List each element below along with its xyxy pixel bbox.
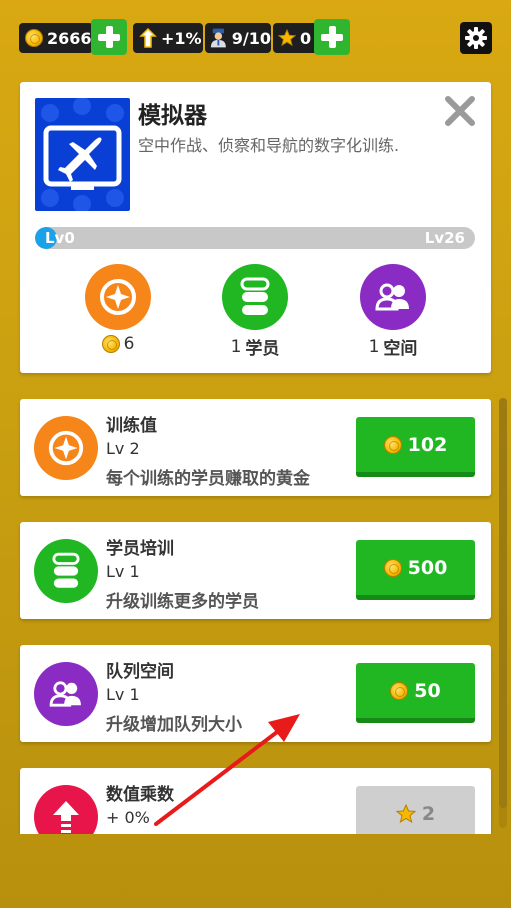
upgrade-item-training-value: 训练值 Lv 2 每个训练的学员赚取的黄金 102: [20, 399, 491, 496]
stat-students-value: 1: [230, 336, 242, 357]
stat-students-label: 学员: [245, 339, 280, 359]
stat-space-label: 空间: [383, 339, 418, 359]
coin-icon: [390, 681, 409, 700]
boost-arrow-icon: [139, 28, 157, 48]
level-progress-bar: Lv0 Lv26: [35, 227, 475, 249]
coin-count: 2666: [47, 28, 92, 48]
close-icon: [445, 96, 475, 126]
stack-icon: [222, 264, 288, 330]
gear-icon: [465, 27, 487, 49]
upgrade-price: 50: [414, 679, 441, 702]
facility-info-card: 模拟器 空中作战、侦察和导航的数字化训练. Lv0 Lv26 6 1 学员 1 …: [20, 82, 491, 373]
coin-icon: [383, 435, 402, 454]
stat-earnings: 6: [63, 264, 173, 354]
upgrade-price: 500: [407, 556, 448, 579]
close-button[interactable]: [443, 94, 477, 128]
upgrade-item-student-training: 学员培训 Lv 1 升级训练更多的学员 500: [20, 522, 491, 619]
upgrade-title: 数值乘数: [106, 785, 174, 805]
compass-icon: [85, 264, 151, 330]
upgrade-description: 升级增加队列大小: [106, 715, 242, 735]
boost-value: +1%: [161, 28, 202, 48]
facility-description: 空中作战、侦察和导航的数字化训练.: [138, 136, 400, 155]
stat-space: 1 空间: [338, 264, 448, 359]
buy-upgrade-button[interactable]: 2: [356, 786, 475, 834]
top-bar: 2666 +1% 9/10 0: [0, 0, 511, 72]
boost-counter: +1%: [133, 23, 203, 53]
star-icon: [395, 803, 416, 823]
facility-title: 模拟器: [138, 103, 207, 129]
upgrade-item-multiplier: 数值乘数 + 0% 2: [20, 768, 491, 834]
simulator-icon: [35, 98, 130, 211]
star-icon: [278, 29, 296, 47]
upgrade-level: + 0%: [106, 808, 150, 827]
upgrade-price: 102: [407, 433, 448, 456]
level-max-label: Lv26: [424, 229, 465, 247]
users-icon: [34, 662, 98, 726]
upload-arrow-icon: [34, 785, 98, 834]
upgrade-description: 升级训练更多的学员: [106, 592, 259, 612]
star-count: 0: [300, 28, 312, 48]
stat-students: 1 学员: [200, 264, 310, 359]
upgrade-title: 队列空间: [106, 662, 174, 682]
coin-icon: [101, 335, 120, 353]
compass-icon: [34, 416, 98, 480]
upgrade-price: 2: [421, 802, 436, 825]
stat-earnings-value: 6: [123, 334, 135, 354]
upgrade-level: Lv 2: [106, 439, 140, 458]
upgrade-level: Lv 1: [106, 562, 140, 581]
upgrade-list[interactable]: 训练值 Lv 2 每个训练的学员赚取的黄金 102 学员培训 Lv 1 升级训练…: [0, 384, 511, 834]
upgrade-title: 训练值: [106, 416, 157, 436]
coin-icon: [383, 558, 402, 577]
settings-button[interactable]: [460, 22, 492, 54]
star-counter: 0: [273, 23, 319, 53]
coin-counter: 2666: [19, 23, 93, 53]
level-min-label: Lv0: [45, 229, 75, 247]
upgrade-description: 每个训练的学员赚取的黄金: [106, 469, 310, 489]
scrollbar[interactable]: [499, 398, 507, 828]
stack-icon: [34, 539, 98, 603]
student-counter: 9/10: [205, 23, 271, 53]
buy-upgrade-button[interactable]: 500: [356, 540, 475, 600]
upgrade-level: Lv 1: [106, 685, 140, 704]
student-icon: [210, 28, 226, 48]
stat-space-value: 1: [368, 336, 380, 357]
buy-upgrade-button[interactable]: 50: [356, 663, 475, 723]
scrollbar-thumb[interactable]: [499, 398, 507, 808]
upgrade-item-queue-space: 队列空间 Lv 1 升级增加队列大小 50: [20, 645, 491, 742]
users-icon: [360, 264, 426, 330]
coin-icon: [25, 29, 43, 47]
buy-upgrade-button[interactable]: 102: [356, 417, 475, 477]
student-count: 9/10: [231, 28, 271, 48]
add-coins-button[interactable]: [91, 19, 127, 55]
add-stars-button[interactable]: [314, 19, 350, 55]
upgrade-title: 学员培训: [106, 539, 174, 559]
